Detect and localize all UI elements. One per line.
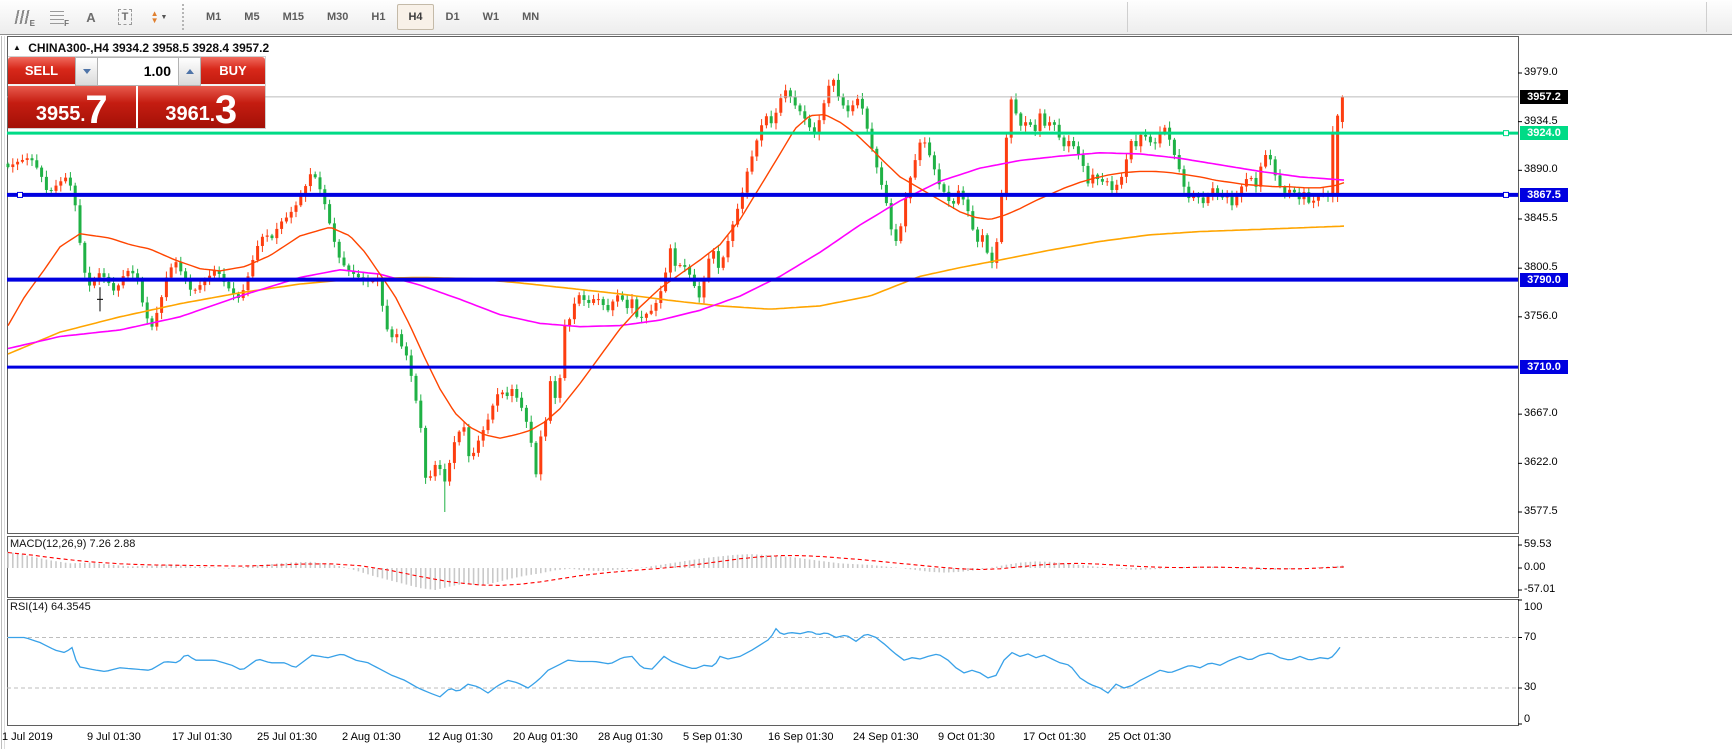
price-tick-label: 3800.5: [1524, 261, 1558, 273]
price-badge-3924.0: 3924.0: [1520, 126, 1568, 140]
buy-button[interactable]: BUY: [201, 57, 265, 86]
time-axis-label: 25 Oct 01:30: [1108, 731, 1171, 743]
one-click-trading-panel: SELL 1.00 BUY 3955.7 3961.3: [8, 57, 265, 128]
symbol-collapse-icon: ▲: [13, 43, 21, 52]
time-axis-label: 25 Jul 01:30: [257, 731, 317, 743]
price-tick-label: 3667.0: [1524, 407, 1558, 419]
time-axis-label: 20 Aug 01:30: [513, 731, 578, 743]
macd-tick-label: 0.00: [1524, 561, 1545, 573]
time-axis-label: 1 Jul 2019: [2, 731, 53, 743]
ohlc-values: 3934.2 3958.5 3928.4 3957.2: [112, 41, 269, 55]
price-tick-label: 3979.0: [1524, 66, 1558, 78]
price-tick-label: 3622.0: [1524, 456, 1558, 468]
price-tick-label: 3845.5: [1524, 212, 1558, 224]
sell-price-main: 3955: [36, 101, 81, 127]
triangle-up-icon: [186, 69, 194, 74]
price-tick-label: 3756.0: [1524, 310, 1558, 322]
triangle-down-icon: [83, 69, 91, 74]
rsi-tick-label: 100: [1524, 601, 1542, 613]
rsi-tick-label: 70: [1524, 631, 1536, 643]
price-tick-label: 3890.0: [1524, 163, 1558, 175]
price-tick-label: 3934.5: [1524, 115, 1558, 127]
chart-title: ▲ CHINA300-,H4 3934.2 3958.5 3928.4 3957…: [13, 41, 269, 55]
volume-decrease-button[interactable]: [75, 57, 98, 86]
buy-price-display[interactable]: 3961.3: [138, 86, 266, 128]
time-axis-label: 9 Jul 01:30: [87, 731, 141, 743]
time-axis-label: 5 Sep 01:30: [683, 731, 742, 743]
rsi-indicator-label: RSI(14) 64.3545: [10, 601, 91, 613]
buy-price-pips: 3: [215, 93, 237, 127]
price-badge-3867.5: 3867.5: [1520, 188, 1568, 202]
price-tick-label: 3577.5: [1524, 505, 1558, 517]
time-axis-label: 17 Jul 01:30: [172, 731, 232, 743]
symbol-timeframe-label: CHINA300-,H4: [28, 41, 109, 55]
macd-indicator-label: MACD(12,26,9) 7.26 2.88: [10, 538, 135, 550]
volume-input[interactable]: 1.00: [98, 57, 178, 86]
time-axis-label: 28 Aug 01:30: [598, 731, 663, 743]
sell-button[interactable]: SELL: [8, 57, 75, 86]
sell-price-pips: 7: [85, 93, 107, 127]
rsi-tick-label: 0: [1524, 713, 1530, 725]
time-axis-label: 2 Aug 01:30: [342, 731, 401, 743]
time-axis-label: 9 Oct 01:30: [938, 731, 995, 743]
trading-terminal-window: { "toolbar": { "tools": [ {"name":"exper…: [0, 0, 1732, 749]
price-badge-3957.2: 3957.2: [1520, 90, 1568, 104]
price-badge-3710.0: 3710.0: [1520, 360, 1568, 374]
time-axis-label: 12 Aug 01:30: [428, 731, 493, 743]
time-axis-label: 24 Sep 01:30: [853, 731, 918, 743]
price-badge-3790.0: 3790.0: [1520, 273, 1568, 287]
macd-tick-label: -57.01: [1524, 583, 1555, 595]
macd-tick-label: 59.53: [1524, 538, 1552, 550]
time-axis-label: 16 Sep 01:30: [768, 731, 833, 743]
volume-increase-button[interactable]: [178, 57, 201, 86]
rsi-tick-label: 30: [1524, 681, 1536, 693]
buy-price-main: 3961: [165, 101, 210, 127]
sell-price-display[interactable]: 3955.7: [8, 86, 136, 128]
time-axis-label: 17 Oct 01:30: [1023, 731, 1086, 743]
